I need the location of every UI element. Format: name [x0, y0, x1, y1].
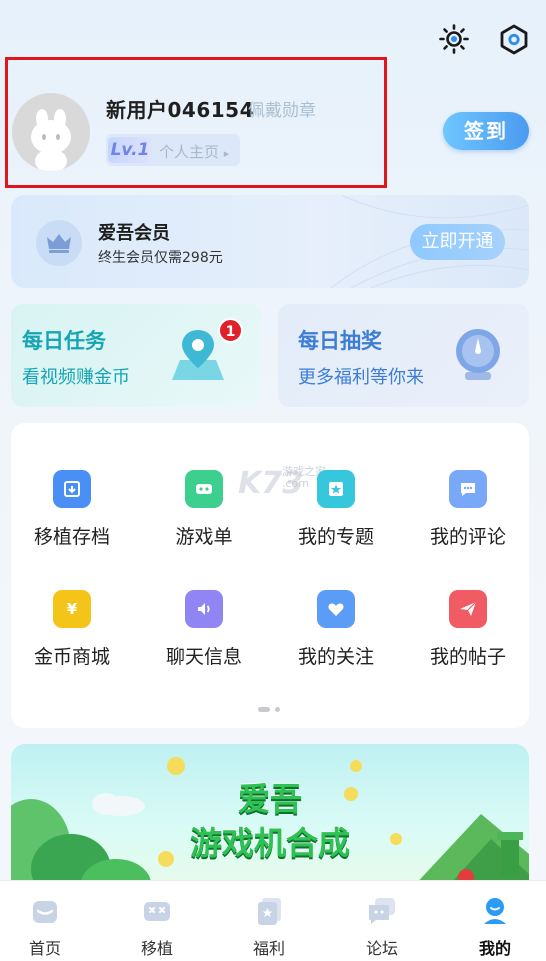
menu-item-coin-mall[interactable]: ¥ 金币商城: [12, 590, 132, 669]
checkin-button[interactable]: 签到: [443, 112, 529, 150]
forum-bubble-icon: [366, 895, 398, 927]
menu-item-port-saves[interactable]: 移植存档: [12, 470, 132, 549]
crown-icon: [36, 220, 82, 266]
promo-banner[interactable]: 爱吾 游戏机合成: [11, 744, 529, 894]
welfare-card-icon: [253, 895, 285, 927]
archive-icon: [53, 470, 91, 508]
menu-item-label: 聊天信息: [165, 646, 242, 668]
gamepad-icon: [141, 895, 173, 927]
nav-mine[interactable]: 我的: [450, 881, 540, 961]
star-icon: [317, 470, 355, 508]
banner-title-line1: 爱吾: [237, 780, 302, 818]
nav-welfare[interactable]: 福利: [224, 881, 314, 961]
task-notification-badge: 1: [218, 318, 243, 343]
membership-title: 爱吾会员: [98, 223, 170, 244]
nav-port[interactable]: 移植: [112, 881, 202, 961]
bottom-nav: 首页 移植 福利 论坛 我的: [0, 880, 546, 961]
nav-label: 移植: [140, 939, 173, 958]
menu-item-game-list[interactable]: 游戏单: [144, 470, 264, 549]
daily-task-title: 每日任务: [22, 329, 106, 353]
activate-membership-button[interactable]: 立即开通: [410, 224, 505, 260]
pager-dot: [275, 707, 280, 712]
menu-item-label: 游戏单: [175, 526, 233, 548]
yen-icon: ¥: [53, 590, 91, 628]
menu-item-label: 我的评论: [429, 526, 506, 548]
nav-label: 我的: [478, 939, 511, 958]
home-icon: [29, 895, 61, 927]
menu-item-my-topics[interactable]: 我的专题: [276, 470, 396, 549]
daily-lottery-subtitle: 更多福利等你来: [298, 367, 424, 388]
menu-item-label: 金币商城: [33, 646, 110, 668]
user-icon: [479, 895, 511, 927]
nav-label: 论坛: [365, 939, 398, 958]
menu-item-my-posts[interactable]: 我的帖子: [408, 590, 528, 669]
gamepad-icon: [185, 470, 223, 508]
menu-item-label: 我的帖子: [429, 646, 506, 668]
menu-item-label: 我的专题: [297, 526, 374, 548]
nav-label: 首页: [28, 939, 61, 958]
speaker-icon: [185, 590, 223, 628]
lottery-wheel-icon: [451, 324, 505, 388]
nav-home[interactable]: 首页: [0, 881, 90, 961]
highlight-box: [5, 57, 387, 188]
menu-item-following[interactable]: 我的关注: [276, 590, 396, 669]
menu-item-chat[interactable]: 聊天信息: [144, 590, 264, 669]
sun-settings-icon[interactable]: [437, 22, 471, 56]
daily-lottery-title: 每日抽奖: [298, 329, 382, 353]
heart-icon: [317, 590, 355, 628]
pager-dot-active: [258, 707, 270, 712]
membership-subtitle: 终生会员仅需298元: [98, 250, 223, 266]
nav-forum[interactable]: 论坛: [337, 881, 427, 961]
hexagon-settings-icon[interactable]: [497, 22, 531, 56]
chat-bubble-icon: [449, 470, 487, 508]
menu-item-label: 我的关注: [297, 646, 374, 668]
daily-task-subtitle: 看视频赚金币: [22, 367, 130, 388]
paper-plane-icon: [449, 590, 487, 628]
menu-item-my-comments[interactable]: 我的评论: [408, 470, 528, 549]
banner-title-line2: 游戏机合成: [189, 824, 350, 862]
svg-text:¥: ¥: [67, 600, 78, 618]
menu-item-label: 移植存档: [33, 526, 110, 548]
nav-label: 福利: [252, 939, 285, 958]
